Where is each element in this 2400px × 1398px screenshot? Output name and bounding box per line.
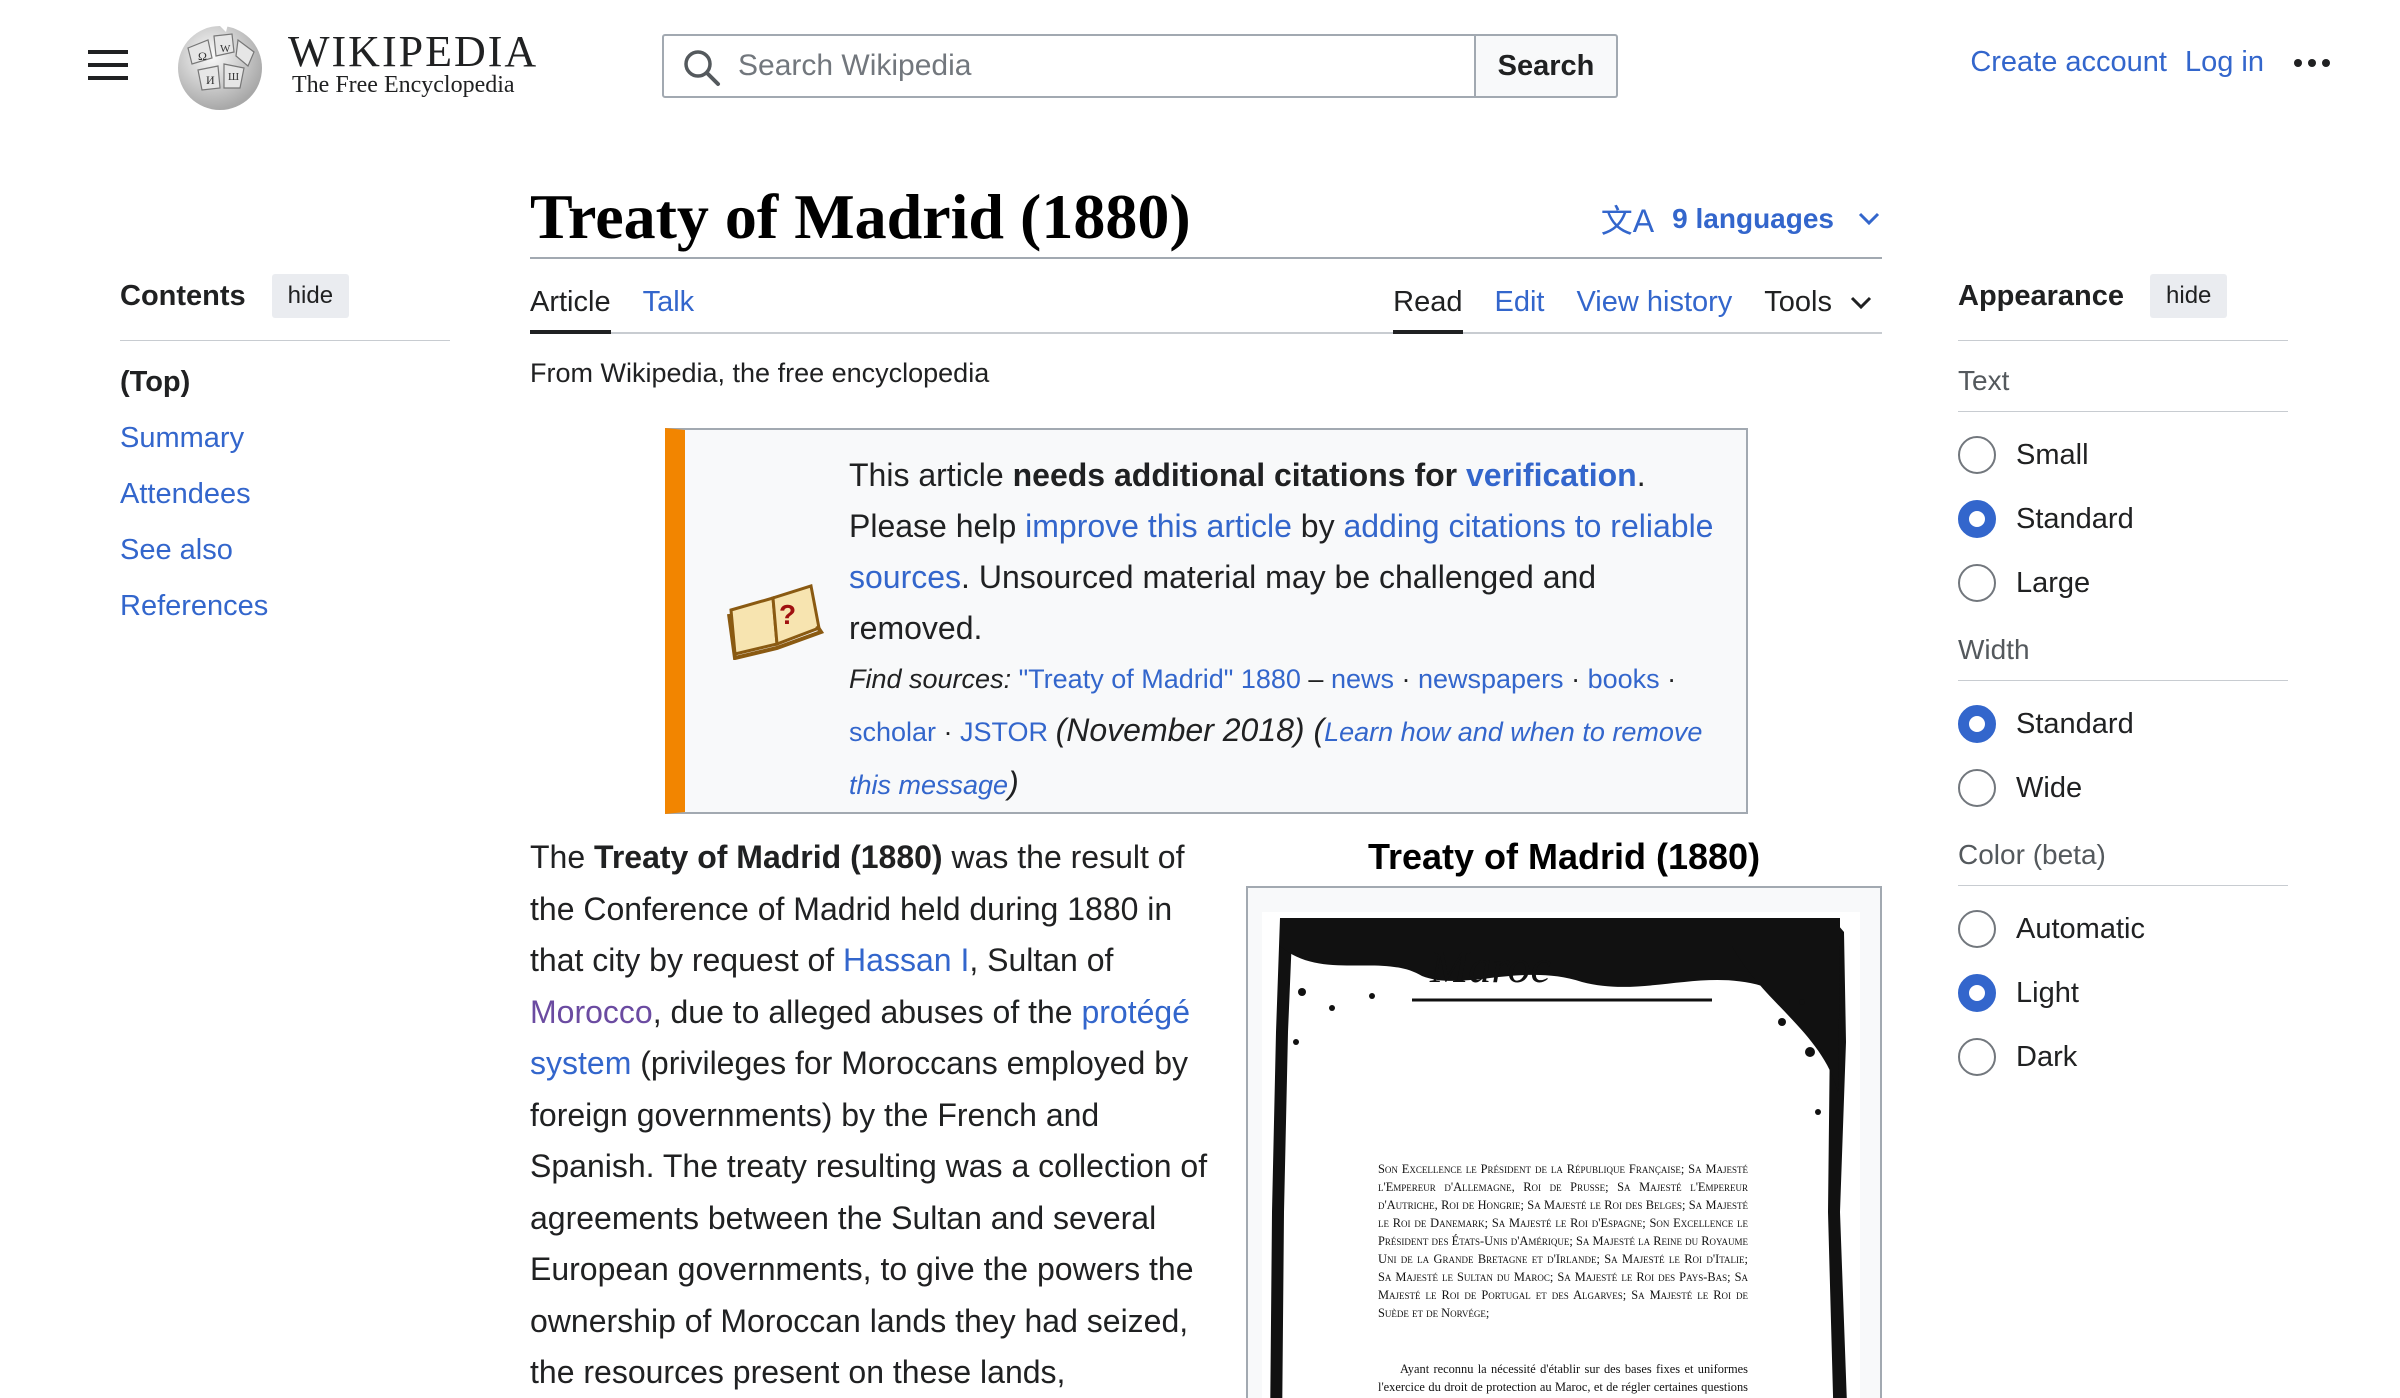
radio-button[interactable]: [1958, 436, 1996, 474]
scholar-link[interactable]: scholar: [849, 717, 936, 747]
citation-notice: ? This article needs additional citation…: [665, 428, 1748, 814]
text-size-small-option[interactable]: Small: [1958, 434, 2288, 476]
width-wide-option[interactable]: Wide: [1958, 767, 2288, 809]
table-of-contents: Contents hide (Top) Summary Attendees Se…: [120, 274, 450, 645]
radio-button[interactable]: [1958, 564, 1996, 602]
toc-item-summary[interactable]: Summary: [120, 421, 450, 455]
svg-text:Ш: Ш: [228, 71, 239, 83]
improve-article-link[interactable]: improve this article: [1025, 508, 1292, 544]
hassan-i-link[interactable]: Hassan I: [843, 942, 969, 978]
language-button[interactable]: 文A 9 languages: [1601, 196, 1880, 242]
document-scan-border: [1270, 918, 1847, 1398]
chevron-down-icon: [1858, 212, 1880, 226]
text-size-label: Text: [1958, 365, 2288, 412]
source-query-link[interactable]: "Treaty of Madrid" 1880: [1019, 664, 1301, 694]
page-tabs: Article Talk Read Edit View history Tool…: [530, 280, 1882, 334]
width-standard-option[interactable]: Standard: [1958, 703, 2288, 745]
appearance-hide-button[interactable]: hide: [2150, 274, 2228, 318]
color-label: Color (beta): [1958, 839, 2288, 886]
tagline: The Free Encyclopedia: [292, 72, 515, 98]
question-book-icon: ?: [727, 584, 825, 660]
notice-date: (November 2018): [1055, 712, 1305, 748]
tab-read[interactable]: Read: [1393, 280, 1463, 334]
svg-text:?: ?: [779, 599, 796, 630]
color-automatic-option[interactable]: Automatic: [1958, 908, 2288, 950]
document-heading: Maroc: [1430, 941, 1551, 992]
text-size-standard-option[interactable]: Standard: [1958, 498, 2288, 540]
user-links: Create account Log in: [1952, 46, 2330, 79]
search-input[interactable]: [738, 46, 1438, 86]
title-divider: [530, 257, 1882, 259]
document-text: Son Excellence le Président de la Républ…: [1378, 1162, 1748, 1320]
jstor-link[interactable]: JSTOR: [960, 717, 1048, 747]
infobox: Maroc Son Excellence le Président de la …: [1246, 886, 1882, 1398]
toc-item-attendees[interactable]: Attendees: [120, 477, 450, 511]
morocco-link[interactable]: Morocco: [530, 994, 653, 1030]
tab-talk[interactable]: Talk: [643, 280, 695, 334]
wikipedia-globe-logo[interactable]: Ω W И Ш: [168, 18, 268, 112]
create-account-link[interactable]: Create account: [1970, 46, 2167, 79]
tools-label: Tools: [1764, 286, 1832, 318]
tab-view-history[interactable]: View history: [1576, 280, 1732, 334]
newspapers-link[interactable]: newspapers: [1418, 664, 1564, 694]
tools-menu[interactable]: Tools: [1764, 280, 1872, 334]
verification-link[interactable]: verification: [1466, 457, 1637, 493]
toc-item-see-also[interactable]: See also: [120, 533, 450, 567]
appearance-panel: Appearance hide Text Small Standard Larg…: [1958, 274, 2288, 1078]
treaty-document-image[interactable]: Maroc Son Excellence le Président de la …: [1262, 912, 1860, 1398]
toc-hide-button[interactable]: hide: [271, 274, 350, 318]
site-subtitle: From Wikipedia, the free encyclopedia: [530, 358, 990, 388]
appearance-title: Appearance: [1958, 279, 2125, 312]
more-options-icon[interactable]: [2294, 58, 2330, 67]
toc-item-references[interactable]: References: [120, 589, 450, 623]
search-button[interactable]: Search: [1476, 34, 1618, 98]
tab-article[interactable]: Article: [530, 280, 611, 334]
color-dark-option[interactable]: Dark: [1958, 1036, 2288, 1078]
translate-icon: 文A: [1600, 203, 1655, 239]
article-lead-paragraph: The Treaty of Madrid (1880) was the resu…: [530, 839, 1208, 1390]
main-menu-button[interactable]: [88, 50, 128, 84]
page-title: Treaty of Madrid (1880): [530, 181, 1191, 252]
search-icon: [684, 50, 720, 86]
color-light-option[interactable]: Light: [1958, 972, 2288, 1014]
tab-edit[interactable]: Edit: [1495, 280, 1545, 334]
radio-button[interactable]: [1958, 769, 1996, 807]
svg-text:Ω: Ω: [198, 49, 207, 63]
find-sources-label: Find sources:: [849, 664, 1012, 694]
radio-button-selected[interactable]: [1958, 974, 1996, 1012]
log-in-link[interactable]: Log in: [2185, 46, 2264, 79]
hamburger-icon: [88, 50, 128, 54]
toc-title: Contents: [120, 279, 246, 312]
radio-button[interactable]: [1958, 1038, 1996, 1076]
svg-text:W: W: [220, 43, 231, 55]
radio-button-selected[interactable]: [1958, 500, 1996, 538]
books-link[interactable]: books: [1588, 664, 1660, 694]
radio-button-selected[interactable]: [1958, 705, 1996, 743]
notice-emphasis: needs additional citations for: [1012, 457, 1466, 493]
news-link[interactable]: news: [1331, 664, 1394, 694]
chevron-down-icon: [1850, 296, 1872, 310]
radio-button[interactable]: [1958, 910, 1996, 948]
notice-text: This article: [849, 457, 1013, 493]
toc-item-top[interactable]: (Top): [120, 365, 450, 399]
search-box: [662, 34, 1476, 98]
language-count: 9 languages: [1672, 203, 1834, 234]
width-label: Width: [1958, 634, 2288, 681]
svg-text:И: И: [206, 73, 215, 87]
wordmark[interactable]: WIKIPEDIA: [288, 26, 538, 77]
document-text-continued: Ayant reconnu la nécessité d'établir sur…: [1378, 1362, 1748, 1394]
infobox-title: Treaty of Madrid (1880): [1367, 836, 1761, 877]
text-size-large-option[interactable]: Large: [1958, 562, 2288, 604]
